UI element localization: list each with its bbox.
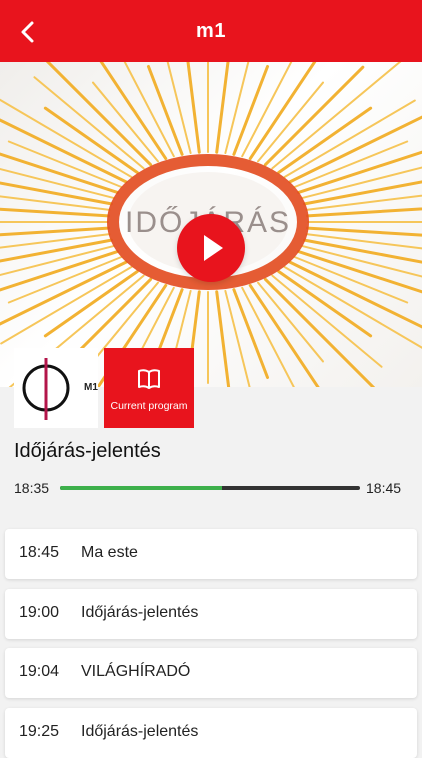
sunburst-ray (186, 62, 201, 154)
schedule-time: 19:25 (19, 723, 60, 740)
sunburst-ray (288, 115, 422, 184)
play-icon[interactable] (177, 214, 245, 282)
progress-bar (60, 486, 360, 490)
schedule-item[interactable]: 19:00 Időjárás-jelentés (5, 589, 417, 639)
end-time: 18:45 (366, 480, 402, 496)
schedule-time: 18:45 (19, 544, 60, 561)
schedule-time: 19:00 (19, 604, 60, 621)
sunburst-ray (224, 62, 250, 155)
m1-logo-icon (22, 358, 70, 420)
channel-name: M1 (84, 382, 98, 393)
sunburst-ray (271, 62, 402, 170)
start-time: 18:35 (14, 480, 50, 496)
sunburst-ray (215, 290, 231, 387)
sunburst-ray (0, 195, 111, 211)
current-program-label: Current program (110, 400, 188, 412)
schedule-name: VILÁGHÍRADÓ (81, 663, 191, 680)
progress-fill (60, 486, 222, 490)
page-title: m1 (196, 20, 226, 42)
video-player[interactable]: IDŐJÁRÁS (0, 62, 422, 387)
book-icon (138, 369, 160, 389)
current-program-button[interactable]: Current program (104, 348, 194, 428)
channel-logo: M1 (14, 348, 98, 428)
sunburst-ray (0, 226, 110, 237)
sunburst-ray (305, 233, 422, 250)
schedule-name: Időjárás-jelentés (81, 723, 199, 740)
sunburst-ray (0, 118, 128, 184)
now-playing-title: Időjárás-jelentés (14, 440, 161, 462)
sunburst-ray (306, 207, 422, 218)
schedule-item[interactable]: 19:25 Időjárás-jelentés (5, 708, 417, 758)
schedule-name: Időjárás-jelentés (81, 604, 199, 621)
schedule-item[interactable]: 19:04 VILÁGHÍRADÓ (5, 648, 417, 698)
schedule-name: Ma este (81, 544, 138, 561)
schedule-time: 19:04 (19, 663, 60, 680)
top-bar: m1 (0, 0, 422, 62)
schedule-item[interactable]: 18:45 Ma este (5, 529, 417, 579)
